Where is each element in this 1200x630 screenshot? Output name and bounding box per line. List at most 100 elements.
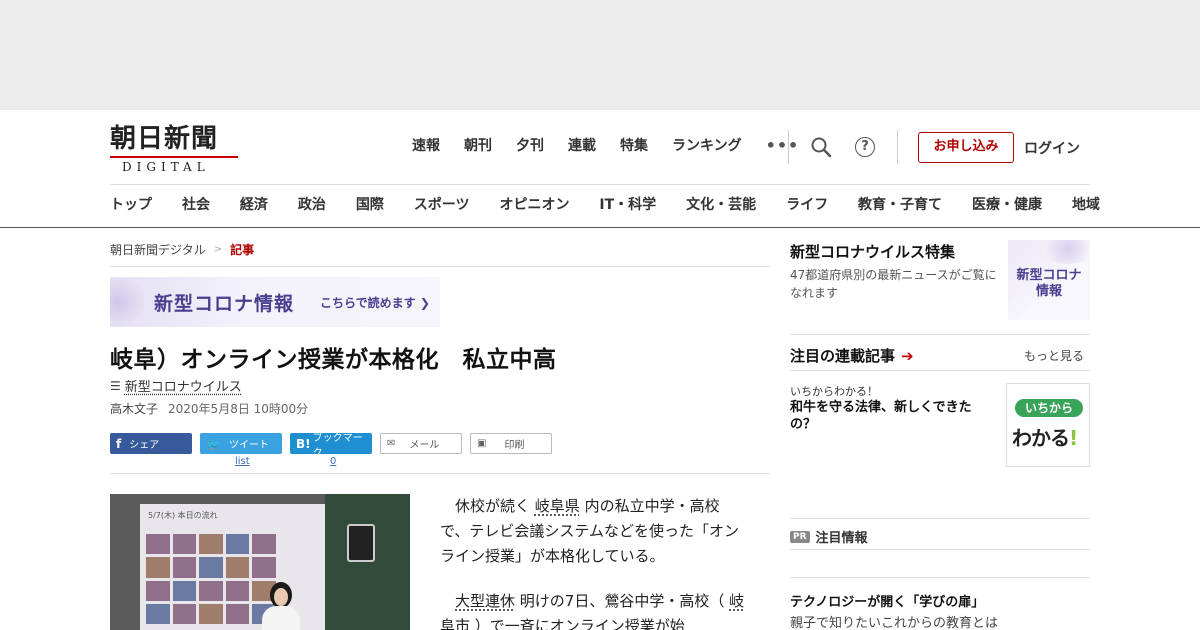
help-icon[interactable]: ? [855,137,875,157]
facebook-share-label: シェア [129,440,160,451]
divider [110,266,770,267]
arrow-right-icon: ➔ [901,346,914,365]
byline: 高木文子 2020年5月8日 10時00分 [110,400,308,417]
corona-info-banner[interactable]: 新型コロナ情報 こちらで読めます ❯ [110,277,440,327]
nav-item-features[interactable]: 特集 [608,136,660,156]
feature-image-text: 新型コロナ 情報 [1016,268,1082,299]
video-grid [146,534,276,624]
twitter-bird-icon: 🐦 [206,436,221,451]
cat-item-region[interactable]: 地域 [1072,195,1100,215]
cat-item-health[interactable]: 医療・健康 [972,195,1042,215]
cat-item-politics[interactable]: 政治 [298,195,326,215]
twitter-count-link[interactable]: list [235,456,250,467]
cat-item-international[interactable]: 国際 [356,195,384,215]
printer-icon: ▣ [477,438,487,449]
hatena-icon: B! [296,436,311,451]
sidebar-feature-desc: 47都道府県別の最新ニュースがご覧になれます [790,268,997,300]
main-nav: 速報 朝刊 夕刊 連載 特集 ランキング ••• [400,136,811,156]
nav-item-breaking[interactable]: 速報 [400,136,452,156]
topic-tag-label[interactable]: 新型コロナウイルス [125,376,242,395]
cat-item-economy[interactable]: 経済 [240,195,268,215]
image-pill-label: いちから [1015,399,1083,417]
serial-article-image[interactable]: いちから わかる! [1006,383,1090,467]
topic-tag[interactable]: ☰ 新型コロナウイルス [110,376,242,396]
breadcrumb: 朝日新聞デジタル > 記事 [110,241,254,258]
print-label: 印刷 [504,440,525,451]
nav-divider [110,184,1090,185]
pr-section-heading: PR 注目情報 [790,527,868,546]
login-link[interactable]: ログイン [1024,138,1080,158]
serial-kicker: いちからわかる！ [790,385,878,398]
cat-item-top[interactable]: トップ [110,195,152,215]
banner-decoration [110,277,160,327]
breadcrumb-separator: > [213,244,223,255]
blackboard [325,494,410,630]
serial-section-heading[interactable]: 注目の連載記事 ➔ [790,345,914,366]
image-decoration [1038,240,1090,264]
top-ad-area [0,0,1200,110]
publish-date: 2020年5月8日 10時00分 [168,402,309,416]
nav-item-evening[interactable]: 夕刊 [504,136,556,156]
divider [790,370,1090,371]
breadcrumb-current: 記事 [230,243,255,257]
pr-article-title[interactable]: テクノロジーが開く「学びの扉」 [790,591,984,610]
tablet-device [347,524,375,562]
divider [790,549,1090,550]
nav-item-ranking[interactable]: ランキング [660,136,754,156]
serial-article-title[interactable]: 和牛を守る法律、新しくできたの？ [790,399,995,433]
search-icon[interactable] [810,136,832,158]
author-name: 高木文子 [110,402,159,416]
site-header: 朝日新聞 DIGITAL 速報 朝刊 夕刊 連載 特集 ランキング ••• ? … [0,110,1200,184]
mail-label: メール [409,440,440,451]
teacher-figure [258,582,304,630]
cat-item-culture[interactable]: 文化・芸能 [686,195,756,215]
divider [110,473,770,474]
article-photo[interactable]: 5/7(木) 本日の流れ [110,494,410,630]
pr-article-desc: 親子で知りたいこれからの教育とは [790,616,999,630]
nav-item-morning[interactable]: 朝刊 [452,136,504,156]
banner-link[interactable]: こちらで読めます ❯ [320,294,430,311]
image-big-label: わかる! [1012,426,1078,450]
header-bottom-border [0,227,1200,228]
article-paragraph: 大型連休 明けの7日、鶯谷中学・高校（ 岐阜市 ）で一斉にオンライン授業が始 [440,589,745,630]
nav-item-series[interactable]: 連載 [556,136,608,156]
keyword-link[interactable]: 大型連休 [455,592,515,610]
more-menu-icon[interactable]: ••• [754,136,812,156]
serial-more-link[interactable]: もっと見る [1024,347,1084,364]
logo-sub-text: DIGITAL [122,160,210,174]
cat-item-education[interactable]: 教育・子育て [858,195,942,215]
site-logo[interactable]: 朝日新聞 DIGITAL [110,124,240,174]
keyword-link[interactable]: 岐阜県 [535,497,580,515]
divider [790,334,1090,335]
facebook-share-button[interactable]: f シェア [110,433,192,454]
hatena-bookmark-button[interactable]: B! ブックマーク 0 [290,433,372,467]
subscribe-button[interactable]: お申し込み [918,132,1014,163]
cat-item-it-science[interactable]: IT・科学 [599,195,656,215]
mail-share-button[interactable]: ✉ メール [380,433,462,454]
divider [790,577,1090,578]
twitter-share-button[interactable]: 🐦 ツイート list [200,433,282,467]
sidebar-feature-image[interactable]: 新型コロナ 情報 [1008,240,1090,320]
facebook-icon: f [116,436,122,451]
twitter-share-label: ツイート [228,440,269,451]
logo-main-text: 朝日新聞 [110,124,219,154]
pr-badge: PR [790,530,810,543]
sidebar-feature-title[interactable]: 新型コロナウイルス特集 [790,241,955,262]
logo-underline [110,156,238,158]
print-button[interactable]: ▣ 印刷 [470,433,552,454]
cat-item-society[interactable]: 社会 [182,195,210,215]
cat-item-opinion[interactable]: オピニオン [499,195,569,215]
hatena-label: ブックマーク [312,432,363,459]
serial-heading-label: 注目の連載記事 [790,347,896,365]
pr-heading-label: 注目情報 [815,531,868,546]
share-buttons: f シェア 🐦 ツイート list B! ブックマーク 0 ✉ メール ▣ 印刷 [110,433,552,467]
divider [790,518,1090,519]
screen-caption: 5/7(木) 本日の流れ [148,511,218,520]
breadcrumb-home[interactable]: 朝日新聞デジタル [110,241,206,258]
article-paragraph: 休校が続く 岐阜県 内の私立中学・高校で、テレビ会議システムなどを使った「オンラ… [440,497,739,565]
cat-item-sports[interactable]: スポーツ [414,195,470,215]
header-divider [788,130,789,164]
cat-item-life[interactable]: ライフ [786,195,828,215]
category-nav: トップ 社会 経済 政治 国際 スポーツ オピニオン IT・科学 文化・芸能 ラ… [110,195,1100,215]
hatena-count-link[interactable]: 0 [330,456,336,467]
